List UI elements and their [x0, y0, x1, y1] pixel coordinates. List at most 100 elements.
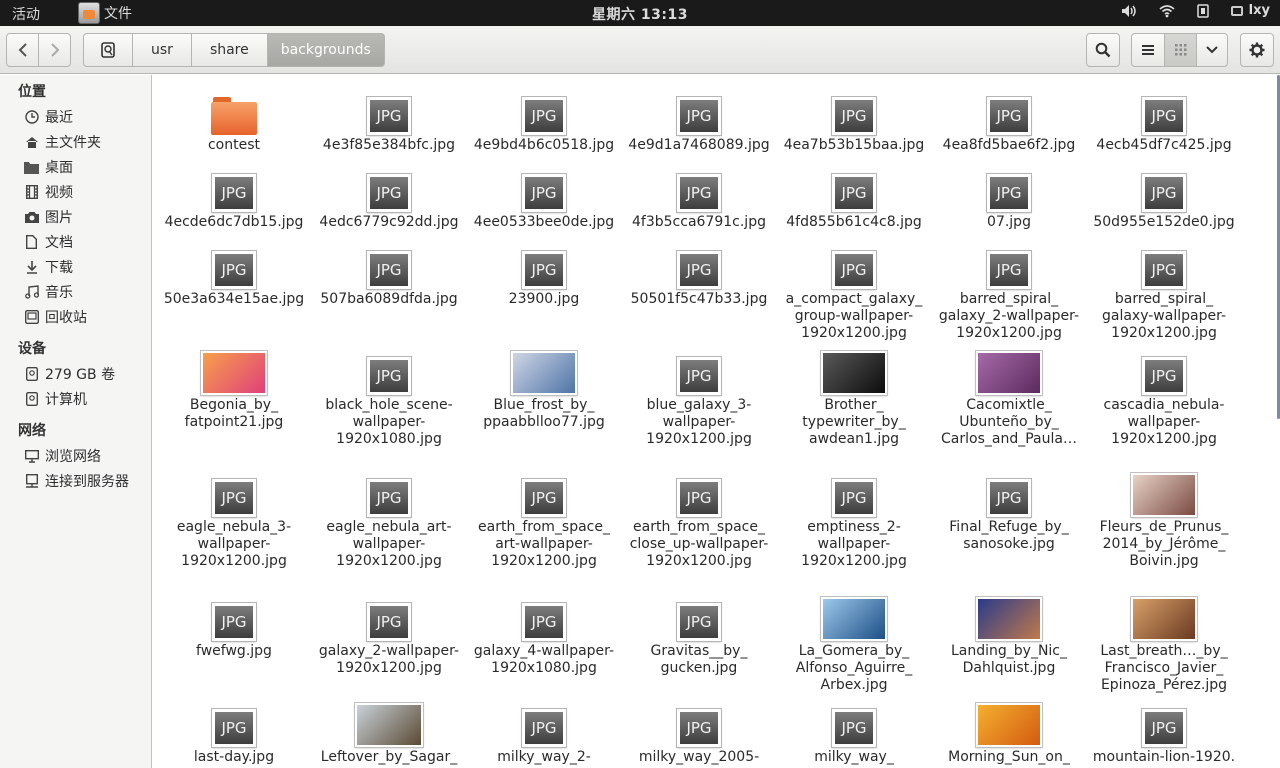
sidebar-item-documents[interactable]: 文档	[24, 231, 73, 253]
file-name-line: Final_Refuge_by_	[949, 519, 1069, 535]
file-item[interactable]: JPG milky_way_2-	[468, 699, 620, 766]
file-item[interactable]: La_Gomera_by_ Alfonso_Aguirre_ Arbex.jpg	[778, 593, 930, 694]
settings-button[interactable]	[1240, 33, 1274, 67]
file-item[interactable]: JPG 4e9bd4b6c0518.jpg	[468, 87, 620, 154]
file-item[interactable]: JPG eagle_nebula_art-wallpaper- 1920x1200.…	[313, 469, 465, 570]
file-item[interactable]: JPG mountain-lion-1920.	[1088, 699, 1240, 766]
file-name-line: emptiness_2-	[807, 519, 901, 535]
sidebar-item-music[interactable]: 音乐	[24, 281, 73, 303]
sidebar-item-trash[interactable]: 回收站	[24, 306, 87, 328]
file-item[interactable]: JPG 4ee0533bee0de.jpg	[468, 164, 620, 231]
file-item[interactable]: JPG milky_way_	[778, 699, 930, 766]
file-item[interactable]: JPG Final_Refuge_by_ sanosoke.jpg	[933, 469, 1085, 553]
wifi-icon[interactable]	[1159, 4, 1175, 18]
file-item[interactable]: JPG 50d955e152de0.jpg	[1088, 164, 1240, 231]
sidebar-item-connect-server[interactable]: 连接到服务器	[24, 470, 129, 492]
file-item[interactable]: JPG 4f3b5cca6791c.jpg	[623, 164, 775, 231]
file-item[interactable]: Landing_by_Nic_ Dahlquist.jpg	[933, 593, 1085, 677]
file-item[interactable]: JPG barred_spiral_ galaxy-wallpaper- 1920x1…	[1088, 241, 1240, 342]
file-item[interactable]: JPG last-day.jpg	[158, 699, 310, 766]
file-item[interactable]: JPG 07.jpg	[933, 164, 1085, 231]
file-item[interactable]: JPG barred_spiral_ galaxy_2-wallpaper- 1920…	[933, 241, 1085, 342]
file-name: milky_way_	[778, 749, 930, 766]
file-item[interactable]: JPG cascadia_nebula-wallpaper- 1920x1200.j…	[1088, 347, 1240, 448]
sidebar-item-browse-network[interactable]: 浏览网络	[24, 445, 101, 467]
back-button[interactable]	[6, 33, 39, 67]
file-item[interactable]: JPG 50501f5c47b33.jpg	[623, 241, 775, 308]
clock[interactable]: 星期六 13:13	[0, 4, 1280, 24]
file-item[interactable]: JPG 4e9d1a7468089.jpg	[623, 87, 775, 154]
thumbnail	[933, 699, 1085, 747]
breadcrumb-backgrounds[interactable]: backgrounds	[266, 33, 385, 67]
forward-button[interactable]	[38, 33, 71, 67]
sidebar-heading-network: 网络	[18, 423, 46, 439]
thumbnail	[313, 699, 465, 747]
file-item[interactable]: Begonia_by_ fatpoint21.jpg	[158, 347, 310, 431]
file-item[interactable]: JPG earth_from_space_ close_up-wallpaper- 1…	[623, 469, 775, 570]
volume-icon[interactable]	[1121, 4, 1137, 18]
file-name-line: barred_spiral_	[1114, 291, 1214, 307]
file-name-line: Blue_frost_by_	[493, 397, 595, 413]
file-item[interactable]: JPG 507ba6089dfda.jpg	[313, 241, 465, 308]
file-item[interactable]: JPG Gravitas__by_ gucken.jpg	[623, 593, 775, 677]
sidebar-item-downloads[interactable]: 下载	[24, 256, 73, 278]
view-options-button[interactable]	[1196, 33, 1228, 67]
file-item[interactable]: JPG fwefwg.jpg	[158, 593, 310, 660]
file-item[interactable]: JPG 4ea8fd5bae6f2.jpg	[933, 87, 1085, 154]
file-name-line: 2014_by_Jérôme_	[1102, 536, 1226, 552]
file-item[interactable]: JPG 50e3a634e15ae.jpg	[158, 241, 310, 308]
sidebar-item-home[interactable]: 主文件夹	[24, 131, 101, 153]
sidebar-item-pictures[interactable]: 图片	[24, 206, 73, 228]
list-view-button[interactable]	[1131, 33, 1165, 67]
jpg-file-icon: JPG	[677, 357, 721, 395]
sidebar-item-desktop[interactable]: 桌面	[24, 156, 73, 178]
thumbnail: JPG	[623, 164, 775, 212]
file-item[interactable]: Blue_frost_by_ ppaabblloo77.jpg	[468, 347, 620, 431]
file-item[interactable]: JPG 4fd855b61c4c8.jpg	[778, 164, 930, 231]
thumbnail: JPG	[468, 87, 620, 135]
file-item[interactable]: JPG galaxy_4-wallpaper- 1920x1080.jpg	[468, 593, 620, 677]
list-icon	[1142, 45, 1154, 55]
file-name: 50d955e152de0.jpg	[1088, 214, 1240, 231]
file-item[interactable]: JPG blue_galaxy_3- wallpaper- 1920x1200.jpg	[623, 347, 775, 448]
sidebar-item-recent[interactable]: 最近	[24, 106, 73, 128]
file-name-line: eagle_nebula_3-	[176, 519, 292, 535]
folder-item[interactable]: contest	[158, 87, 310, 154]
file-item[interactable]: Fleurs_de_Prunus_ 2014_by_Jérôme_ Boivin.j…	[1088, 469, 1240, 570]
file-item[interactable]: JPG 4ecb45df7c425.jpg	[1088, 87, 1240, 154]
file-item[interactable]: JPG earth_from_space_ art-wallpaper- 1920x1…	[468, 469, 620, 570]
file-name: 4ee0533bee0de.jpg	[468, 214, 620, 231]
file-item[interactable]: Last_breath…_by_ Francisco_Javier_ Epinoza…	[1088, 593, 1240, 694]
sidebar-item-videos[interactable]: 视频	[24, 181, 73, 203]
user-menu[interactable]: lxy	[1230, 3, 1270, 18]
search-button[interactable]	[1086, 33, 1120, 67]
file-item[interactable]: JPG a_compact_galaxy_ group-wallpaper- 1920…	[778, 241, 930, 342]
breadcrumb-root[interactable]	[83, 33, 133, 67]
file-item[interactable]: Cacomixtle_ Ubunteño_by_ Carlos_and_Paula…	[933, 347, 1085, 448]
file-item[interactable]: JPG galaxy_2-wallpaper- 1920x1200.jpg	[313, 593, 465, 677]
sidebar-item-computer[interactable]: 计算机	[24, 388, 87, 410]
file-name: milky_way_2-	[468, 749, 620, 766]
breadcrumb-usr[interactable]: usr	[132, 33, 192, 67]
file-item[interactable]: JPG 4e3f85e384bfc.jpg	[313, 87, 465, 154]
top-panel: 活动 文件 星期六 13:13 lxy	[0, 0, 1280, 26]
file-item[interactable]: Morning_Sun_on_	[933, 699, 1085, 766]
file-item[interactable]: JPG 4ecde6dc7db15.jpg	[158, 164, 310, 231]
file-item[interactable]: JPG 4ea7b53b15baa.jpg	[778, 87, 930, 154]
grid-view-button[interactable]	[1164, 33, 1197, 67]
file-item[interactable]: JPG emptiness_2- wallpaper- 1920x1200.jpg	[778, 469, 930, 570]
sidebar-item-volume[interactable]: 279 GB 卷	[24, 363, 115, 385]
file-item[interactable]: Brother_ typewriter_by_ awdean1.jpg	[778, 347, 930, 448]
file-item[interactable]: JPG black_hole_scene-wallpaper- 1920x1080.…	[313, 347, 465, 448]
file-name-line: galaxy_2-wallpaper-	[938, 308, 1080, 324]
jpg-file-icon: JPG	[1142, 709, 1186, 747]
file-item[interactable]: JPG 23900.jpg	[468, 241, 620, 308]
file-item[interactable]: Leftover_by_Sagar_	[313, 699, 465, 766]
file-item[interactable]: JPG eagle_nebula_3- wallpaper- 1920x1200.jp…	[158, 469, 310, 570]
sidebar-item-label: 计算机	[45, 392, 87, 408]
breadcrumb-share[interactable]: share	[190, 33, 268, 67]
file-name: 07.jpg	[933, 214, 1085, 231]
clipboard-icon[interactable]	[1196, 3, 1209, 18]
file-item[interactable]: JPG milky_way_2005-	[623, 699, 775, 766]
file-item[interactable]: JPG 4edc6779c92dd.jpg	[313, 164, 465, 231]
